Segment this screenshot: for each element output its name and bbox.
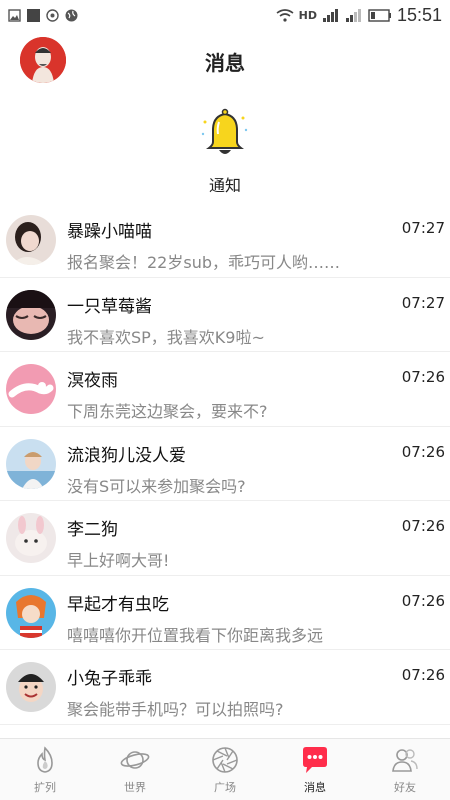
chat-name: 李二狗 (67, 520, 118, 540)
chat-time: 07:26 (401, 517, 445, 535)
tab-expand[interactable]: 扩列 (0, 739, 90, 800)
chat-time: 07:26 (401, 666, 445, 684)
status-right-icons: HD 15:51 (276, 5, 442, 26)
chat-name: 小兔子乖乖 (67, 669, 152, 689)
chat-item[interactable]: 一只草莓酱 07:27 我不喜欢SP，我喜欢K9啦~ (0, 278, 450, 352)
chat-time: 07:27 (401, 293, 445, 312)
tab-label: 好友 (394, 781, 416, 794)
chat-item[interactable]: 暴躁小喵喵 07:27 报名聚会！22岁sub，乖巧可人哟…… (0, 203, 450, 278)
chat-avatar (6, 662, 56, 712)
chat-item[interactable]: 溟夜雨 07:26 下周东莞这边聚会，要来不? (0, 352, 450, 427)
notification-label: 通知 (208, 176, 241, 195)
chat-name: 早起才有虫吃 (67, 594, 169, 615)
chat-avatar (6, 215, 56, 265)
page-title: 消息 (205, 51, 245, 75)
flame-icon (37, 746, 53, 773)
tab-label: 扩列 (34, 781, 56, 794)
chat-bubble-icon (303, 747, 327, 773)
tab-label: 世界 (124, 781, 146, 794)
chat-item[interactable]: 李二狗 07:26 早上好啊大哥! (0, 501, 450, 576)
bottom-tab-bar: 扩列 世界 广场 消息 好友 (0, 738, 450, 800)
tab-world[interactable]: 世界 (90, 739, 180, 800)
signal-icon-2 (345, 8, 361, 22)
tab-friends[interactable]: 好友 (360, 739, 450, 800)
status-bar: HD 15:51 (0, 0, 450, 30)
bell-icon (201, 108, 248, 154)
chat-message: 聚会能带手机吗？可以拍照吗? (67, 700, 284, 719)
chat-avatar (6, 364, 56, 414)
chat-time: 07:27 (401, 219, 445, 237)
chat-message: 嘻嘻嘻你开位置我看下你距离我多远 (67, 625, 324, 645)
chat-item[interactable]: 早起才有虫吃 07:26 嘻嘻嘻你开位置我看下你距离我多远 (0, 576, 450, 650)
chat-time: 07:26 (401, 368, 445, 386)
notification-entry[interactable]: 通知 (175, 108, 275, 198)
chat-item[interactable]: 小兔子乖乖 07:26 聚会能带手机吗？可以拍照吗? (0, 650, 450, 725)
app-notification-icon (46, 8, 59, 22)
chat-avatar (6, 513, 56, 563)
chat-time: 07:26 (401, 442, 445, 461)
chat-message: 报名聚会！22岁sub，乖巧可人哟…… (67, 253, 340, 272)
tab-label: 消息 (304, 781, 326, 794)
tab-square[interactable]: 广场 (180, 739, 270, 800)
signal-icon-1 (322, 8, 338, 22)
friends-icon (392, 749, 418, 772)
chat-avatar (6, 438, 56, 489)
chat-message: 早上好啊大哥! (67, 551, 170, 570)
chat-list: 暴躁小喵喵 07:27 报名聚会！22岁sub，乖巧可人哟…… 一只草莓酱 07… (0, 203, 450, 725)
chat-time: 07:26 (401, 591, 445, 610)
chat-name: 一只草莓酱 (67, 296, 152, 317)
chat-avatar (6, 587, 56, 638)
chat-message: 下周东莞这边聚会，要来不? (67, 402, 268, 421)
chat-name: 流浪狗儿没人爱 (67, 445, 186, 466)
chat-item[interactable]: 流浪狗儿没人爱 07:26 没有S可以来参加聚会吗? (0, 427, 450, 501)
chat-message: 我不喜欢SP，我喜欢K9啦~ (67, 327, 265, 347)
chat-message: 没有S可以来参加聚会吗? (67, 476, 246, 496)
tab-messages[interactable]: 消息 (270, 739, 360, 800)
chat-name: 溟夜雨 (67, 371, 118, 391)
network-type: HD (298, 8, 317, 22)
chat-name: 暴躁小喵喵 (67, 222, 152, 242)
clock: 15:51 (396, 4, 442, 25)
wifi-icon (276, 8, 294, 22)
battery-icon (368, 8, 391, 22)
square-notification-icon (27, 8, 40, 22)
status-left-icons (8, 8, 78, 22)
globe-notification-icon (65, 9, 78, 21)
planet-icon (120, 751, 150, 769)
header: 消息 (0, 30, 450, 92)
tab-label: 广场 (214, 781, 236, 794)
image-notification-icon (8, 8, 21, 22)
aperture-icon (212, 747, 238, 773)
chat-avatar (6, 289, 56, 340)
